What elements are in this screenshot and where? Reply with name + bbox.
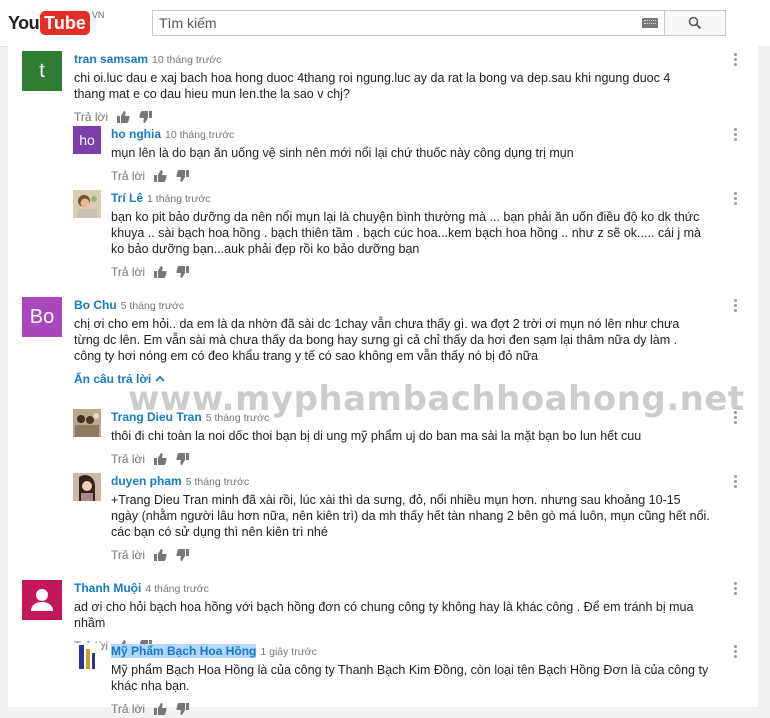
avatar[interactable]: ho bbox=[73, 126, 101, 154]
comment-actions: Trả lời bbox=[111, 450, 711, 468]
more-options-icon[interactable] bbox=[734, 582, 738, 596]
more-options-icon[interactable] bbox=[734, 299, 738, 313]
scrollbar[interactable] bbox=[758, 46, 770, 707]
thumbs-up-icon[interactable] bbox=[153, 452, 167, 466]
comment-text: Mỹ phẩm Bạch Hoa Hồng là của công ty Tha… bbox=[111, 663, 709, 693]
comment-body: ho nghia 10 tháng trước mụn lên là do bạn… bbox=[111, 126, 711, 185]
user-photo-icon bbox=[73, 190, 101, 218]
comment-text: bạn ko pit bảo dưỡng da nên nổi mụn lại … bbox=[111, 210, 701, 256]
thumbs-up-icon[interactable] bbox=[116, 110, 130, 124]
comment-time[interactable]: 4 tháng trước bbox=[145, 583, 209, 595]
watermark-text: www.myphambachhoahong.net bbox=[128, 379, 745, 419]
comment-body: duyen pham 5 tháng trước +Trang Dieu Tran… bbox=[111, 473, 711, 564]
youtube-logo[interactable]: You Tube VN bbox=[8, 10, 104, 36]
user-photo-icon bbox=[73, 473, 101, 501]
thumbs-down-icon[interactable] bbox=[176, 548, 190, 562]
brand-logo-icon bbox=[73, 643, 101, 671]
comment-author[interactable]: Thanh Muội bbox=[74, 581, 141, 595]
thumbs-down-icon[interactable] bbox=[139, 110, 153, 124]
thumbs-up-icon[interactable] bbox=[153, 702, 167, 716]
comment-author[interactable]: tran samsam bbox=[74, 52, 148, 66]
reply-button[interactable]: Trả lời bbox=[74, 110, 108, 124]
comment-text: mụn lên là do bạn ăn uống vệ sinh nên mớ… bbox=[111, 146, 574, 160]
comment-text: chi oi.luc dau e xaj bach hoa hong duoc … bbox=[74, 71, 671, 101]
keyboard-icon[interactable] bbox=[642, 18, 658, 28]
reply-button[interactable]: Trả lời bbox=[111, 169, 145, 183]
search-button[interactable] bbox=[665, 10, 726, 36]
more-options-icon[interactable] bbox=[734, 475, 738, 489]
comment-text: chị ơi cho em hỏi.. da em là da nhờn đã … bbox=[74, 317, 680, 363]
comment-author[interactable]: duyen pham bbox=[111, 474, 182, 488]
comment-author[interactable]: Trí Lê bbox=[111, 191, 143, 205]
thumbs-down-icon[interactable] bbox=[176, 452, 190, 466]
comment-time[interactable]: 10 tháng trước bbox=[165, 129, 234, 141]
thumbs-up-icon[interactable] bbox=[153, 265, 167, 279]
thumbs-down-icon[interactable] bbox=[176, 265, 190, 279]
avatar[interactable] bbox=[73, 473, 101, 501]
comment-actions: Trả lời bbox=[111, 263, 711, 281]
logo-country-code: VN bbox=[91, 10, 105, 20]
reply-button[interactable]: Trả lời bbox=[111, 548, 145, 562]
comment-text: +Trang Dieu Tran minh đã xài rồi, lúc xà… bbox=[111, 493, 710, 539]
comment-body: tran samsam 10 tháng trước chi oi.luc dau… bbox=[74, 51, 704, 126]
avatar[interactable]: Bo bbox=[22, 297, 62, 337]
user-photo-icon bbox=[73, 409, 101, 437]
thumbs-down-icon[interactable] bbox=[176, 169, 190, 183]
comment-actions: Trả lời bbox=[74, 108, 704, 126]
comment-text: ad ơi cho hỏi bạch hoa hồng với bạch hồn… bbox=[74, 600, 694, 630]
comment-body: Bo Chu 5 tháng trước chị ơi cho em hỏi.. … bbox=[74, 297, 704, 388]
search-icon bbox=[688, 16, 702, 30]
search-input[interactable] bbox=[153, 11, 633, 35]
avatar-letter: t bbox=[39, 59, 45, 82]
comment-actions: Trả lời bbox=[111, 700, 711, 718]
comments-panel: t tran samsam 10 tháng trước chi oi.luc d… bbox=[8, 46, 758, 716]
comment-time[interactable]: 1 giây trước bbox=[260, 646, 317, 658]
comment-time[interactable]: 5 tháng trước bbox=[186, 476, 250, 488]
reply-button[interactable]: Trả lời bbox=[111, 265, 145, 279]
more-options-icon[interactable] bbox=[734, 645, 738, 659]
avatar[interactable] bbox=[73, 409, 101, 437]
avatar-letter: ho bbox=[79, 132, 95, 148]
avatar[interactable] bbox=[73, 190, 101, 218]
thumbs-up-icon[interactable] bbox=[153, 548, 167, 562]
thumbs-up-icon[interactable] bbox=[153, 169, 167, 183]
comment-time[interactable]: 5 tháng trước bbox=[121, 300, 185, 312]
avatar[interactable]: t bbox=[22, 51, 62, 91]
more-options-icon[interactable] bbox=[734, 128, 738, 142]
avatar[interactable] bbox=[73, 643, 101, 671]
logo-you-text: You bbox=[8, 12, 40, 33]
comment-time[interactable]: 10 tháng trước bbox=[152, 54, 221, 66]
thumbs-down-icon[interactable] bbox=[176, 702, 190, 716]
logo-tube-text: Tube bbox=[40, 11, 90, 35]
more-options-icon[interactable] bbox=[734, 192, 738, 206]
comment-actions: Trả lời bbox=[111, 546, 711, 564]
comment-actions: Trả lời bbox=[111, 167, 711, 185]
more-options-icon[interactable] bbox=[734, 53, 738, 67]
default-user-icon bbox=[31, 589, 53, 611]
comment-body: Trí Lê 1 tháng trước bạn ko pit bảo dưỡng… bbox=[111, 190, 711, 281]
comment-author[interactable]: Bo Chu bbox=[74, 298, 117, 312]
comment-time[interactable]: 1 tháng trước bbox=[147, 193, 211, 205]
avatar-letter: Bo bbox=[29, 305, 55, 328]
avatar[interactable] bbox=[22, 580, 62, 620]
reply-button[interactable]: Trả lời bbox=[111, 702, 145, 716]
masthead: You Tube VN bbox=[0, 0, 770, 47]
comment-author[interactable]: Mỹ Phẩm Bạch Hoa Hồng bbox=[111, 644, 257, 658]
reply-button[interactable]: Trả lời bbox=[111, 452, 145, 466]
search-box bbox=[152, 10, 665, 36]
comment-text: thôi đi chi toàn la noi dốc thoi bạn bị … bbox=[111, 429, 642, 443]
comment-author[interactable]: ho nghia bbox=[111, 127, 161, 141]
